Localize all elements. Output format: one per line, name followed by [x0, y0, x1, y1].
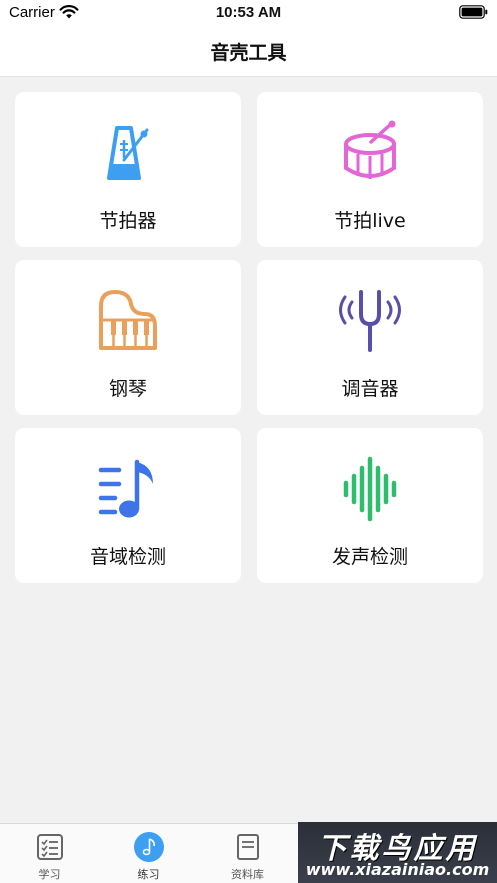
- drum-icon: [344, 120, 396, 179]
- tuning-fork-icon: [339, 290, 401, 352]
- tool-tile-piano[interactable]: 钢琴: [15, 260, 241, 415]
- tool-label: 发声检测: [331, 546, 408, 568]
- sound-wave-icon: [343, 456, 397, 522]
- document-icon: [237, 834, 259, 860]
- metronome-icon: [107, 126, 149, 180]
- tool-label: 音域检测: [89, 546, 166, 568]
- status-bar: Carrier 10:53 AM: [0, 0, 497, 26]
- piano-icon: [99, 290, 157, 350]
- navigation-bar: 音壳工具: [0, 26, 497, 77]
- tool-tile-range-test[interactable]: 音域检测: [15, 428, 241, 583]
- status-time: 10:53 AM: [215, 4, 282, 21]
- watermark-logo: 下载鸟应用 www.xiazainiao.com: [298, 822, 497, 883]
- tab-label: 资料库: [231, 868, 264, 881]
- page-title: 音壳工具: [210, 42, 287, 64]
- tab-study[interactable]: 学习: [0, 824, 99, 883]
- music-note-icon: [134, 832, 164, 862]
- watermark-url: www.xiazainiao.com: [305, 860, 490, 879]
- checklist-icon: [37, 834, 63, 860]
- tool-tile-drum-live[interactable]: 节拍live: [257, 92, 483, 247]
- tab-library[interactable]: 资料库: [198, 824, 297, 883]
- tool-label: 调音器: [341, 378, 399, 400]
- tool-label: 节拍live: [334, 210, 406, 232]
- tool-label: 节拍器: [99, 210, 157, 232]
- tool-tile-tuner[interactable]: 调音器: [257, 260, 483, 415]
- tool-tile-voice-test[interactable]: 发声检测: [257, 428, 483, 583]
- tool-label: 钢琴: [108, 378, 147, 400]
- music-list-icon: [98, 459, 153, 518]
- tool-tile-metronome[interactable]: 节拍器: [15, 92, 241, 247]
- tab-label: 学习: [38, 868, 61, 881]
- battery-icon: [459, 5, 488, 19]
- tab-label: 练习: [137, 868, 160, 881]
- tab-practice[interactable]: 练习: [99, 824, 198, 883]
